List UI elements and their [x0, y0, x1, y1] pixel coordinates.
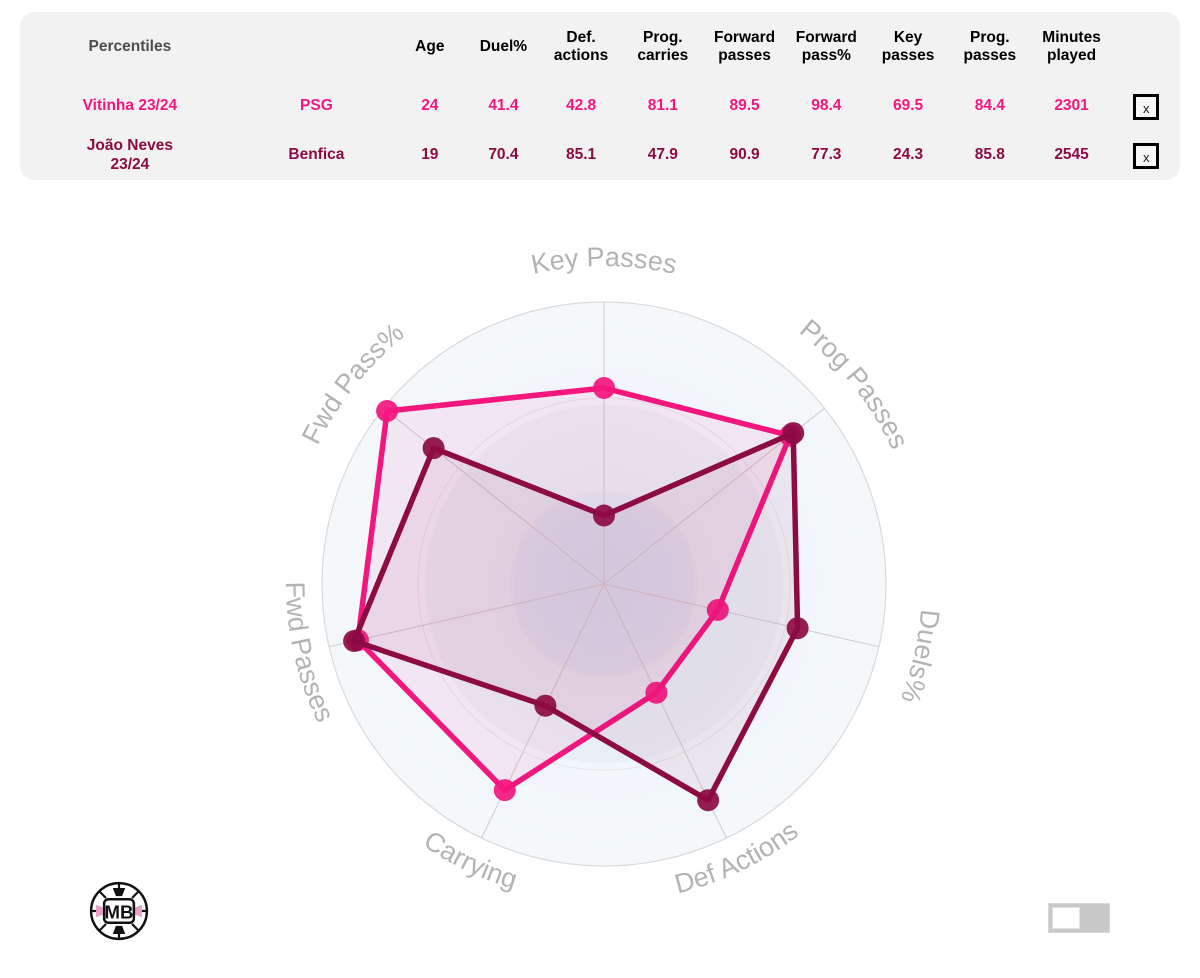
cell-key-passes: 24.3: [892, 146, 924, 164]
brand-logo-text: MB: [105, 901, 134, 922]
header-prog-passes: Prog. passes: [949, 12, 1031, 82]
table-row: João Neves 23/24 Benfica 19 70.4 85.1 47…: [20, 131, 1180, 180]
radar-chart-container: Key Passes Prog Passes Duels% Def Actions Ca…: [0, 185, 1200, 925]
header-key-passes: Key passes: [867, 12, 949, 82]
cell-prog-carries: 47.9: [647, 146, 678, 164]
radar-data-point: [782, 422, 805, 445]
player-team: Benfica: [288, 146, 345, 164]
header-remove: [1112, 12, 1180, 82]
header-age: Age: [415, 37, 445, 55]
radar-data-point: [786, 617, 809, 640]
header-forward-passes-l2: passes: [718, 47, 771, 64]
header-forward-pass-pct: Forward pass%: [785, 12, 867, 82]
table-header-row: Percentiles Age Duel% Def. actions Prog.…: [20, 12, 1180, 82]
header-prog-carries-l2: carries: [637, 47, 689, 64]
header-forward-passes-l1: Forward: [713, 28, 776, 46]
cell-prog-passes: 85.8: [974, 146, 1005, 164]
cell-def-actions: 85.1: [565, 146, 597, 164]
player-team: PSG: [300, 97, 333, 115]
cell-forward-passes: 90.9: [729, 146, 760, 164]
header-key-passes-l2: passes: [881, 47, 935, 64]
percentiles-table: Percentiles Age Duel% Def. actions Prog.…: [20, 12, 1180, 180]
player-name: João Neves 23/24: [20, 131, 240, 180]
cell-duel-pct: 41.4: [488, 97, 519, 115]
header-prog-passes-l1: Prog.: [970, 28, 1010, 46]
header-key-passes-l1: Key: [893, 28, 923, 46]
header-minutes-played: Minutes played: [1031, 12, 1113, 82]
header-prog-passes-l2: passes: [963, 47, 1017, 64]
table-title: Percentiles: [88, 37, 172, 55]
axis-label: Duels%: [895, 608, 945, 707]
radar-data-point: [343, 630, 366, 652]
radar-data-point: [593, 377, 615, 399]
toggle-knob[interactable]: [1052, 907, 1080, 929]
cell-duel-pct: 70.4: [488, 146, 519, 164]
header-def-actions: Def. actions: [540, 12, 622, 82]
radar-data-point: [422, 437, 445, 460]
header-prog-carries-l1: Prog.: [643, 28, 683, 46]
radar-data-point: [376, 400, 399, 422]
cell-minutes-played: 2545: [1054, 146, 1089, 164]
header-prog-carries: Prog. carries: [622, 12, 704, 82]
radar-data-point: [593, 504, 615, 527]
cell-prog-passes: 84.4: [974, 97, 1005, 115]
header-duel-pct: Duel%: [479, 37, 528, 55]
header-minutes-played-l2: played: [1047, 47, 1097, 64]
cell-key-passes: 69.5: [892, 97, 924, 115]
player-name-l2: 23/24: [110, 155, 150, 173]
brand-logo-icon: MB: [89, 881, 149, 941]
cell-prog-carries: 81.1: [647, 97, 678, 115]
remove-player-button[interactable]: x: [1133, 93, 1160, 120]
radar-data-point: [534, 694, 557, 717]
cell-forward-pass-pct: 77.3: [811, 146, 842, 164]
axis-label: Key Passes: [529, 242, 680, 280]
remove-player-button[interactable]: x: [1133, 142, 1160, 169]
cell-age: 19: [421, 146, 439, 164]
cell-forward-pass-pct: 98.4: [811, 97, 842, 115]
radar-data-point: [493, 779, 516, 802]
cell-forward-passes: 89.5: [729, 97, 760, 115]
header-forward-pass-pct-l2: pass%: [801, 47, 851, 64]
header-forward-pass-pct-l1: Forward: [795, 28, 857, 46]
cell-remove: x: [1112, 82, 1180, 131]
stats-panel: Percentiles Age Duel% Def. actions Prog.…: [20, 12, 1180, 180]
cell-remove: x: [1112, 131, 1180, 180]
radar-chart: Key PassesProg PassesDuels%Def ActionsCa…: [280, 242, 945, 899]
header-minutes-played-l1: Minutes: [1042, 28, 1101, 46]
header-team: [240, 12, 393, 82]
cell-age: 24: [421, 97, 439, 115]
player-name: Vitinha 23/24: [82, 97, 178, 115]
cell-minutes-played: 2301: [1054, 97, 1089, 115]
header-def-actions-l2: actions: [553, 47, 609, 64]
header-def-actions-l1: Def.: [566, 28, 596, 46]
player-name-l1: João Neves: [86, 137, 173, 155]
header-forward-passes: Forward passes: [704, 12, 786, 82]
view-toggle-switch[interactable]: [1048, 903, 1110, 933]
radar-data-point: [697, 789, 720, 812]
table-row: Vitinha 23/24 PSG 24 41.4 42.8 81.1 89.5…: [20, 82, 1180, 131]
cell-def-actions: 42.8: [565, 97, 597, 115]
